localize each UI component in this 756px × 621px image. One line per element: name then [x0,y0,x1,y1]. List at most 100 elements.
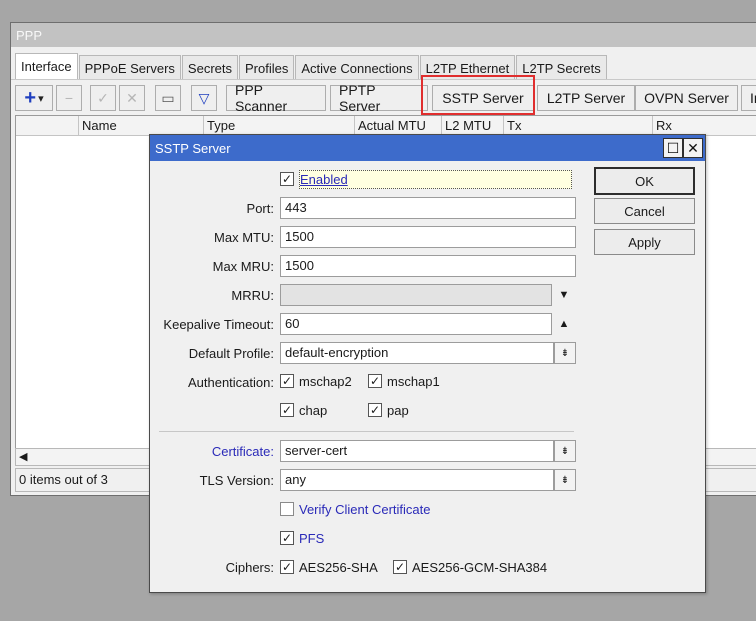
mschap1-label: mschap1 [387,373,440,389]
ovpn-server-button[interactable]: OVPN Server [635,85,738,111]
section-divider [159,431,574,432]
tls-version-dropdown-button[interactable]: ⇟ [554,469,576,491]
dropdown-arrow-icon: ⇟ [560,445,570,457]
enabled-row: ✓ Enabled [280,169,572,189]
chap-checkbox[interactable]: ✓ [280,403,294,417]
filter-button[interactable]: ▽ [191,85,217,111]
ppp-toolbar: + ▾ − ✓ ✕ ▭ ▽ PPP Scanner PPTP Server SS… [11,79,756,114]
comment-icon: ▭ [161,89,175,106]
tab-l2tp-ethernet[interactable]: L2TP Ethernet [419,55,516,79]
enabled-label[interactable]: Enabled [299,169,572,189]
pfs-label: PFS [299,530,325,546]
minus-icon: − [64,90,74,106]
enabled-checkbox[interactable]: ✓ [280,172,294,186]
sstp-server-button[interactable]: SSTP Server [432,85,534,111]
verify-client-checkbox[interactable] [280,502,294,516]
mschap2-label: mschap2 [299,373,352,389]
keepalive-input[interactable]: 60 [280,313,552,335]
verify-client-row: Verify Client Certificate [280,499,431,519]
chap-label: chap [299,402,328,418]
tls-version-select[interactable]: any [280,469,554,491]
more-toolbar-button[interactable]: In [741,85,756,111]
aes256-gcm-sha384-label: AES256-GCM-SHA384 [412,559,548,575]
mschap1-checkbox[interactable]: ✓ [368,374,382,388]
column-l2-mtu[interactable]: L2 MTU [441,116,502,136]
max-mru-label: Max MRU: [212,259,274,274]
tab-interface[interactable]: Interface [15,53,78,79]
aes256-gcm-sha384-checkbox[interactable]: ✓ [393,560,407,574]
ppp-scanner-button[interactable]: PPP Scanner [226,82,326,114]
tls-version-label: TLS Version: [199,473,274,488]
column-actual-mtu[interactable]: Actual MTU [354,116,440,136]
dialog-title-text: SSTP Server [155,141,231,156]
auth-pap-row: ✓ pap [368,400,409,420]
cipher-aes256-gcm-row: ✓ AES256-GCM-SHA384 [393,557,547,577]
dropdown-arrow-icon: ⇟ [560,474,570,486]
tab-profiles[interactable]: Profiles [239,55,295,79]
pap-checkbox[interactable]: ✓ [368,403,382,417]
max-mtu-input[interactable]: 1500 [280,226,576,248]
port-input[interactable]: 443 [280,197,576,219]
max-mru-input[interactable]: 1500 [280,255,576,277]
table-header: Name Type Actual MTU L2 MTU Tx Rx [16,116,756,136]
dialog-title: SSTP Server ☐ ✕ [150,135,705,161]
port-label: Port: [246,201,274,216]
enable-button[interactable]: ✓ [90,85,116,111]
verify-client-label: Verify Client Certificate [299,501,431,517]
ok-button[interactable]: OK [594,167,695,195]
certificate-dropdown-button[interactable]: ⇟ [554,440,576,462]
ppp-tabbar: Interface PPPoE Servers Secrets Profiles Act… [15,53,608,79]
l2tp-server-button[interactable]: L2TP Server [537,85,635,111]
pfs-row: ✓ PFS [280,528,324,548]
expand-down-icon[interactable]: ▼ [556,288,572,302]
column-name[interactable]: Name [78,116,202,136]
cancel-button[interactable]: Cancel [594,198,695,224]
disable-button[interactable]: ✕ [119,85,145,111]
cipher-aes256-sha-row: ✓ AES256-SHA [280,557,378,577]
tab-l2tp-secrets[interactable]: L2TP Secrets [516,55,607,79]
comment-button[interactable]: ▭ [155,85,181,111]
close-icon: ✕ [687,139,699,156]
mschap2-checkbox[interactable]: ✓ [280,374,294,388]
auth-mschap2-row: ✓ mschap2 [280,371,352,391]
apply-button[interactable]: Apply [594,229,695,255]
mrru-label: MRRU: [231,288,274,303]
add-button[interactable]: + ▾ [15,85,53,111]
maximize-icon: ☐ [666,139,680,156]
certificate-label[interactable]: Certificate: [154,444,274,459]
chevron-down-icon: ▾ [38,92,44,105]
maximize-button[interactable]: ☐ [663,138,683,158]
collapse-up-icon[interactable]: ▲ [556,317,572,331]
remove-button[interactable]: − [56,85,82,111]
column-rx[interactable]: Rx [652,116,756,136]
tab-secrets[interactable]: Secrets [181,55,238,79]
plus-icon: + [24,86,37,109]
default-profile-label: Default Profile: [188,346,274,361]
aes256-sha-checkbox[interactable]: ✓ [280,560,294,574]
auth-mschap1-row: ✓ mschap1 [368,371,440,391]
cross-icon: ✕ [126,89,138,106]
scroll-left-icon[interactable]: ◀ [19,450,27,463]
dropdown-arrow-icon: ⇟ [560,347,570,359]
mrru-input[interactable] [280,284,552,306]
tab-active-connections[interactable]: Active Connections [295,55,419,79]
authentication-label: Authentication: [187,375,274,390]
column-tx[interactable]: Tx [503,116,651,136]
tab-pppoe-servers[interactable]: PPPoE Servers [78,55,181,79]
ppp-title: PPP [11,23,756,47]
auth-chap-row: ✓ chap [280,400,327,420]
pap-label: pap [387,402,409,418]
column-type[interactable]: Type [203,116,353,136]
pfs-checkbox[interactable]: ✓ [280,531,294,545]
max-mtu-label: Max MTU: [214,230,274,245]
filter-icon: ▽ [198,89,210,106]
default-profile-select[interactable]: default-encryption [280,342,554,364]
default-profile-dropdown-button[interactable]: ⇟ [554,342,576,364]
certificate-select[interactable]: server-cert [280,440,554,462]
aes256-sha-label: AES256-SHA [299,559,378,575]
close-button[interactable]: ✕ [683,138,703,158]
check-icon: ✓ [97,89,109,106]
pptp-server-button[interactable]: PPTP Server [330,82,428,114]
sstp-server-dialog: SSTP Server ☐ ✕ ✓ Enabled Port: 443 Max … [149,134,706,593]
ciphers-label: Ciphers: [225,560,274,575]
